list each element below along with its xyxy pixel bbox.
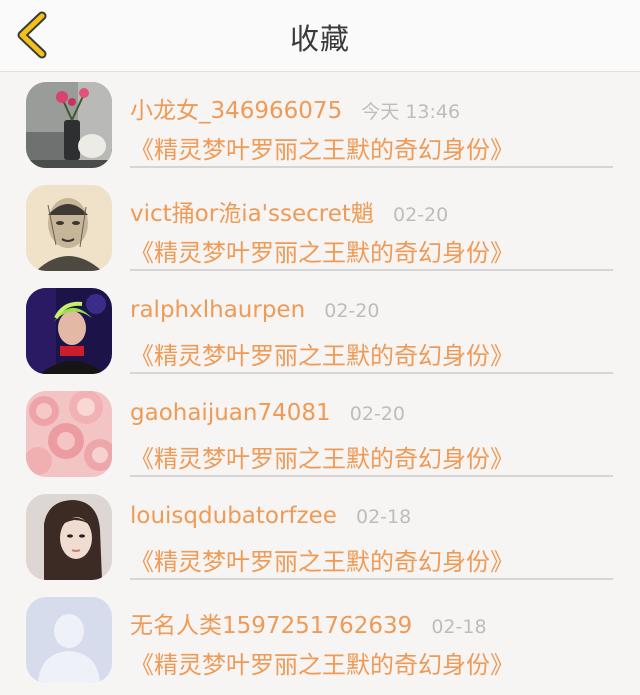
name-line: gaohaijuan74081 02-20 — [130, 400, 405, 426]
timestamp: 02-20 — [324, 300, 380, 322]
timestamp: 02-20 — [392, 204, 449, 226]
divider — [130, 166, 613, 168]
username[interactable]: vict捅or洈ia'ssecret魈 — [130, 201, 374, 227]
list-item[interactable]: 无名人类1597251762639 02-18 《精灵梦叶罗丽之王默的奇幻身份》 — [0, 587, 640, 690]
book-title[interactable]: 《精灵梦叶罗丽之王默的奇幻身份》 — [130, 233, 514, 268]
name-line: 小龙女_346966075 今天 13:46 — [130, 91, 460, 125]
timestamp: 02-18 — [431, 616, 487, 638]
flower-vase-avatar-icon — [26, 82, 112, 168]
divider — [130, 372, 613, 374]
green-hair-avatar-icon — [26, 288, 112, 374]
divider — [130, 475, 613, 477]
avatar[interactable] — [26, 391, 112, 477]
girl-portrait-avatar-icon — [26, 494, 112, 580]
name-line: 无名人类1597251762639 02-18 — [130, 606, 487, 640]
timestamp: 今天 13:46 — [361, 101, 461, 123]
avatar[interactable] — [26, 82, 112, 168]
book-title[interactable]: 《精灵梦叶罗丽之王默的奇幻身份》 — [130, 645, 514, 680]
avatar[interactable] — [26, 185, 112, 271]
timestamp: 02-18 — [356, 506, 412, 528]
name-line: louisqdubatorfzee 02-18 — [130, 503, 411, 529]
page-title: 收藏 — [289, 22, 350, 56]
avatar[interactable] — [26, 494, 112, 580]
sketch-portrait-avatar-icon — [26, 185, 112, 271]
username[interactable]: louisqdubatorfzee — [130, 503, 337, 529]
default-person-avatar-icon — [26, 597, 112, 683]
book-title[interactable]: 《精灵梦叶罗丽之王默的奇幻身份》 — [130, 336, 514, 371]
divider — [130, 578, 613, 580]
list-item[interactable]: 小龙女_346966075 今天 13:46 《精灵梦叶罗丽之王默的奇幻身份》 — [0, 72, 640, 175]
nav-header: 收藏 — [0, 0, 640, 72]
username[interactable]: 小龙女_346966075 — [130, 98, 342, 124]
username[interactable]: 无名人类1597251762639 — [130, 613, 412, 639]
name-line: ralphxlhaurpen 02-20 — [130, 297, 379, 323]
book-title[interactable]: 《精灵梦叶罗丽之王默的奇幻身份》 — [130, 439, 514, 474]
favorites-list: 小龙女_346966075 今天 13:46 《精灵梦叶罗丽之王默的奇幻身份》 — [0, 72, 640, 690]
avatar[interactable] — [26, 597, 112, 683]
divider — [130, 269, 613, 271]
username[interactable]: gaohaijuan74081 — [130, 400, 331, 426]
favorites-screen: 收藏 小龙女_346966075 今天 13:46 《精灵梦叶罗丽之王默的奇幻身… — [0, 0, 640, 695]
list-item[interactable]: louisqdubatorfzee 02-18 《精灵梦叶罗丽之王默的奇幻身份》 — [0, 484, 640, 587]
book-title[interactable]: 《精灵梦叶罗丽之王默的奇幻身份》 — [130, 130, 514, 165]
username[interactable]: ralphxlhaurpen — [130, 297, 305, 323]
pink-roses-avatar-icon — [26, 391, 112, 477]
book-title[interactable]: 《精灵梦叶罗丽之王默的奇幻身份》 — [130, 542, 514, 577]
name-line: vict捅or洈ia'ssecret魈 02-20 — [130, 194, 448, 228]
list-item[interactable]: ralphxlhaurpen 02-20 《精灵梦叶罗丽之王默的奇幻身份》 — [0, 278, 640, 381]
avatar[interactable] — [26, 288, 112, 374]
timestamp: 02-20 — [349, 403, 405, 425]
list-item[interactable]: vict捅or洈ia'ssecret魈 02-20 《精灵梦叶罗丽之王默的奇幻身… — [0, 175, 640, 278]
list-item[interactable]: gaohaijuan74081 02-20 《精灵梦叶罗丽之王默的奇幻身份》 — [0, 381, 640, 484]
